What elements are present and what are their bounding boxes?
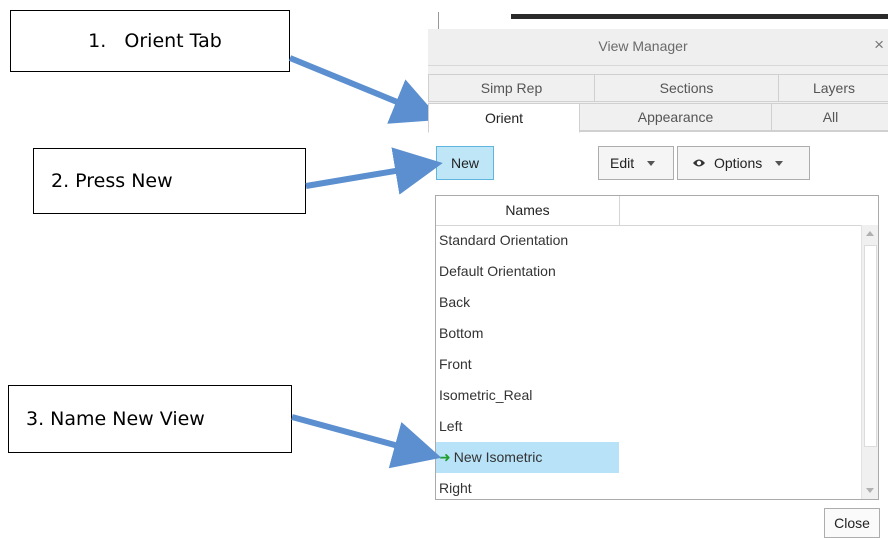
- list-item[interactable]: Left: [436, 411, 862, 442]
- annotation-press-new-text: 2. Press New: [51, 170, 173, 192]
- annotation-name-new-view-text: 3. Name New View: [26, 408, 205, 430]
- list-header: Names: [436, 196, 878, 226]
- close-icon[interactable]: ×: [874, 35, 884, 55]
- tab-appearance[interactable]: Appearance: [579, 103, 772, 131]
- annotation-orient-tab-text: 1. Orient Tab: [88, 30, 222, 52]
- views-list: Names Standard Orientation Default Orien…: [435, 195, 879, 500]
- scroll-up-icon[interactable]: [866, 231, 874, 236]
- arrow-to-orient-tab: [288, 55, 441, 124]
- list-item[interactable]: Right: [436, 473, 862, 499]
- tab-layers[interactable]: Layers: [778, 74, 888, 102]
- list-item[interactable]: Bottom: [436, 318, 862, 349]
- options-dropdown-button[interactable]: Options: [677, 146, 810, 180]
- new-button[interactable]: New: [436, 146, 494, 180]
- tab-simp-rep[interactable]: Simp Rep: [428, 74, 595, 102]
- arrow-to-new-view: [291, 414, 442, 469]
- tab-row-top: Simp Rep Sections Layers: [428, 74, 888, 102]
- tab-all[interactable]: All: [771, 103, 888, 131]
- scroll-thumb[interactable]: [864, 245, 877, 447]
- column-header-names[interactable]: Names: [436, 196, 620, 225]
- list-item[interactable]: Default Orientation: [436, 256, 862, 287]
- chevron-down-icon: [775, 160, 784, 166]
- dialog-title: View Manager: [598, 38, 688, 54]
- tab-row-bottom: Orient Appearance All: [428, 103, 888, 133]
- annotation-press-new: 2. Press New: [33, 148, 306, 214]
- eye-icon: [693, 159, 705, 167]
- scroll-down-icon[interactable]: [866, 488, 874, 493]
- list-item[interactable]: Isometric_Real: [436, 380, 862, 411]
- green-arrow-icon: ➜: [439, 449, 451, 465]
- edit-dropdown-button[interactable]: Edit: [598, 146, 674, 180]
- list-item[interactable]: Back: [436, 287, 862, 318]
- close-button[interactable]: Close: [824, 508, 880, 538]
- arrow-to-new-button: [305, 147, 443, 195]
- annotation-name-new-view: 3. Name New View: [8, 385, 292, 453]
- list-item-selected[interactable]: ➜ New Isometric: [436, 442, 619, 473]
- list-scrollbar[interactable]: [861, 225, 878, 499]
- tab-sections[interactable]: Sections: [594, 74, 779, 102]
- list-item[interactable]: Front: [436, 349, 862, 380]
- chevron-down-icon: [647, 160, 656, 166]
- tab-orient[interactable]: Orient: [428, 103, 580, 133]
- annotation-orient-tab: 1. Orient Tab: [10, 10, 290, 72]
- dialog-titlebar[interactable]: View Manager ×: [428, 29, 888, 66]
- list-item[interactable]: Standard Orientation: [436, 225, 862, 256]
- background-window-strip: [428, 12, 888, 29]
- view-manager-dialog: View Manager × Simp Rep Sections Layers …: [428, 12, 888, 538]
- list-rows: Standard Orientation Default Orientation…: [436, 225, 862, 499]
